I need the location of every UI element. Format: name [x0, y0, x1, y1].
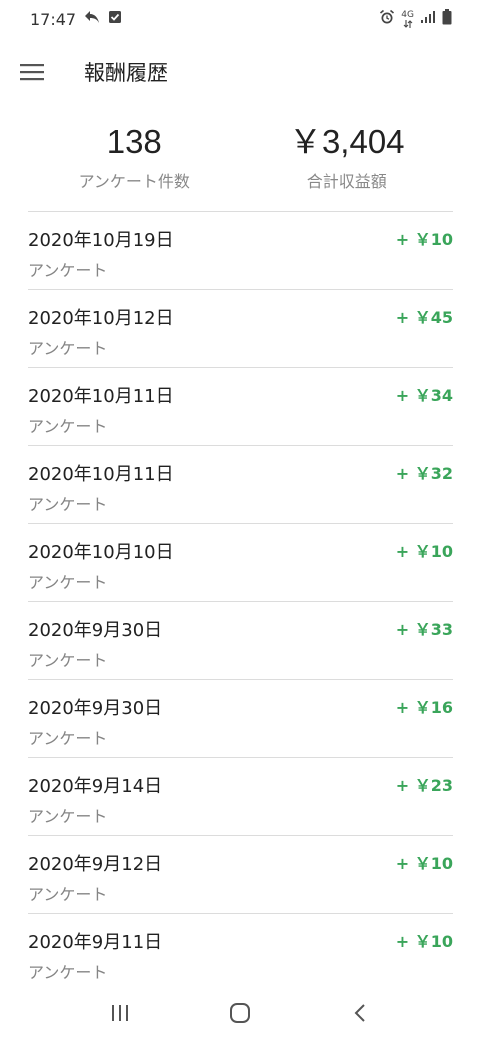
history-date: 2020年9月12日 [28, 854, 163, 875]
app-bar: 報酬履歴 [0, 44, 480, 100]
status-time: 17:47 [30, 9, 77, 29]
back-button[interactable] [336, 991, 384, 1035]
recent-apps-button[interactable] [96, 991, 144, 1035]
history-amount: + ￥10 [395, 230, 453, 249]
hamburger-menu-icon [20, 64, 44, 81]
history-row[interactable]: 2020年9月30日 アンケート + ￥16 [28, 679, 453, 757]
home-button[interactable] [216, 991, 264, 1035]
battery-icon [442, 9, 452, 29]
history-row[interactable]: 2020年9月12日 アンケート + ￥10 [28, 835, 453, 913]
history-type: アンケート [28, 729, 108, 748]
history-type: アンケート [28, 885, 108, 904]
history-row[interactable]: 2020年10月19日 アンケート + ￥10 [28, 211, 453, 289]
history-date: 2020年10月19日 [28, 230, 174, 251]
survey-count-value: 138 [106, 123, 162, 160]
data-arrows-icon [403, 19, 413, 28]
history-type: アンケート [28, 573, 108, 592]
reply-icon [84, 10, 100, 28]
home-icon [230, 1003, 250, 1023]
page-title: 報酬履歴 [84, 61, 168, 85]
history-type: アンケート [28, 339, 108, 358]
network-indicator: 4G [401, 9, 414, 28]
survey-count-label: アンケート件数 [78, 172, 190, 191]
history-date: 2020年10月11日 [28, 464, 174, 485]
history-type: アンケート [28, 261, 108, 280]
history-date: 2020年10月11日 [28, 386, 174, 407]
back-icon [354, 1004, 365, 1022]
history-amount: + ￥23 [395, 776, 453, 795]
checkbox-icon [108, 10, 122, 28]
history-type: アンケート [28, 651, 108, 670]
total-earnings-stat: ￥3,404 合計収益額 [241, 118, 454, 208]
reward-history-list: 2020年10月19日 アンケート + ￥10 2020年10月12日 アンケー… [28, 211, 453, 991]
history-row[interactable]: 2020年9月11日 アンケート + ￥10 [28, 913, 453, 991]
network-type-label: 4G [401, 9, 414, 20]
recent-apps-icon [112, 1005, 128, 1021]
earnings-summary: 138 アンケート件数 ￥3,404 合計収益額 [28, 118, 453, 208]
history-amount: + ￥45 [395, 308, 453, 327]
history-row[interactable]: 2020年10月11日 アンケート + ￥32 [28, 445, 453, 523]
total-earnings-value: ￥3,404 [288, 123, 405, 160]
history-type: アンケート [28, 963, 108, 982]
signal-icon [420, 10, 436, 28]
history-row[interactable]: 2020年10月11日 アンケート + ￥34 [28, 367, 453, 445]
history-date: 2020年10月12日 [28, 308, 174, 329]
history-row[interactable]: 2020年9月14日 アンケート + ￥23 [28, 757, 453, 835]
history-row[interactable]: 2020年9月30日 アンケート + ￥33 [28, 601, 453, 679]
total-earnings-label: 合計収益額 [306, 172, 387, 191]
history-date: 2020年9月11日 [28, 932, 163, 953]
history-date: 2020年9月14日 [28, 776, 163, 797]
history-amount: + ￥10 [395, 542, 453, 561]
history-date: 2020年9月30日 [28, 698, 163, 719]
history-type: アンケート [28, 807, 108, 826]
system-nav-bar [0, 986, 480, 1040]
menu-button[interactable] [0, 44, 64, 100]
history-amount: + ￥33 [395, 620, 453, 639]
history-date: 2020年10月10日 [28, 542, 174, 563]
history-date: 2020年9月30日 [28, 620, 163, 641]
status-bar: 17:47 4G [0, 0, 480, 38]
alarm-icon [379, 9, 395, 29]
history-type: アンケート [28, 495, 108, 514]
history-amount: + ￥10 [395, 932, 453, 951]
history-amount: + ￥16 [395, 698, 453, 717]
history-row[interactable]: 2020年10月10日 アンケート + ￥10 [28, 523, 453, 601]
history-row[interactable]: 2020年10月12日 アンケート + ￥45 [28, 289, 453, 367]
history-amount: + ￥10 [395, 854, 453, 873]
history-amount: + ￥34 [395, 386, 453, 405]
history-amount: + ￥32 [395, 464, 453, 483]
history-type: アンケート [28, 417, 108, 436]
survey-count-stat: 138 アンケート件数 [28, 118, 241, 208]
